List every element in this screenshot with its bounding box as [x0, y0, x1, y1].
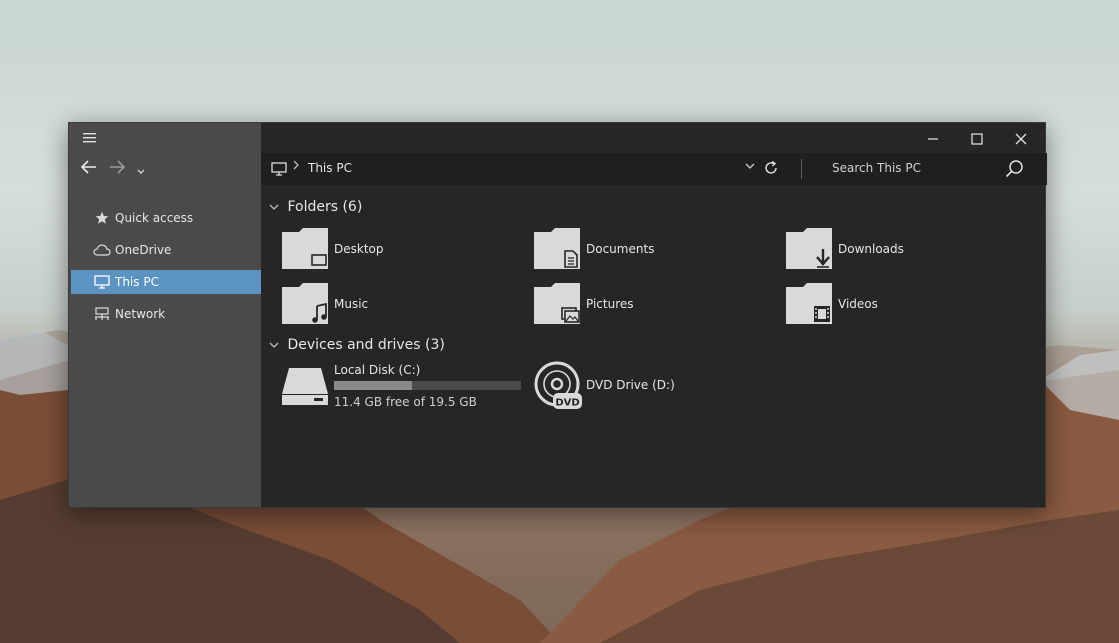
hamburger-menu-icon[interactable]	[83, 131, 99, 147]
folder-pictures[interactable]: Pictures	[533, 282, 773, 326]
computer-icon	[93, 270, 111, 294]
music-folder-icon	[282, 283, 328, 324]
folders-group-title: Folders (6)	[287, 199, 363, 215]
drive-dvd-d[interactable]: DVD DVD Drive (D:)	[533, 361, 773, 411]
documents-folder-icon	[534, 228, 580, 269]
refresh-icon[interactable]	[763, 160, 779, 180]
recent-locations-chevron-icon[interactable]	[137, 163, 145, 183]
sidebar-item-this-pc[interactable]: This PC	[71, 270, 261, 294]
folder-label: Documents	[586, 242, 655, 256]
devices-group-title: Devices and drives (3)	[287, 337, 445, 353]
content-pane: Folders (6) Desktop Documents Downloads …	[261, 185, 1047, 509]
drive-usage-bar	[334, 381, 521, 390]
dvd-drive-icon: DVD	[534, 361, 582, 409]
sidebar-item-network[interactable]: Network	[71, 302, 261, 326]
network-icon	[93, 302, 111, 326]
address-bar: This PC Search This PC	[261, 153, 1047, 185]
sidebar-list: Quick access OneDrive This PC Network	[71, 206, 261, 334]
folder-downloads[interactable]: Downloads	[785, 227, 1025, 271]
folder-videos[interactable]: Videos	[785, 282, 1025, 326]
sidebar-item-quick-access[interactable]: Quick access	[71, 206, 261, 230]
sidebar-item-label: Network	[115, 307, 166, 321]
drive-local-disk-c[interactable]: Local Disk (C:) 11.4 GB free of 19.5 GB	[281, 361, 521, 411]
file-explorer-window: Quick access OneDrive This PC Network Th…	[68, 122, 1047, 509]
folder-label: Downloads	[838, 242, 904, 256]
drive-free-space: 11.4 GB free of 19.5 GB	[334, 395, 477, 409]
pictures-folder-icon	[534, 283, 580, 324]
breadcrumb-this-pc[interactable]: This PC	[308, 161, 352, 175]
forward-arrow-icon[interactable]	[109, 159, 126, 179]
computer-icon	[271, 161, 287, 180]
folder-label: Desktop	[334, 242, 384, 256]
folder-music[interactable]: Music	[281, 282, 521, 326]
drive-label: Local Disk (C:)	[334, 363, 421, 377]
close-icon[interactable]	[999, 127, 1043, 151]
folder-label: Pictures	[586, 297, 634, 311]
sidebar-item-label: OneDrive	[115, 243, 172, 257]
drive-label: DVD Drive (D:)	[586, 378, 675, 392]
cloud-icon	[93, 238, 111, 262]
drive-usage-fill	[334, 381, 412, 390]
search-input[interactable]: Search This PC	[832, 161, 921, 175]
back-arrow-icon[interactable]	[80, 159, 97, 179]
videos-folder-icon	[786, 283, 832, 324]
downloads-folder-icon	[786, 228, 832, 269]
folder-desktop[interactable]: Desktop	[281, 227, 521, 271]
maximize-icon[interactable]	[955, 127, 999, 151]
folders-group-header[interactable]: Folders (6)	[269, 197, 362, 217]
star-icon	[93, 206, 111, 230]
search-icon[interactable]	[1005, 159, 1025, 183]
desktop-folder-icon	[282, 228, 328, 269]
hard-drive-icon	[282, 368, 328, 405]
minimize-icon[interactable]	[911, 127, 955, 151]
navigation-pane: Quick access OneDrive This PC Network	[69, 123, 261, 507]
sidebar-item-label: Quick access	[115, 211, 194, 225]
folder-label: Music	[334, 297, 369, 311]
breadcrumb-chevron-icon[interactable]	[293, 160, 299, 173]
folder-documents[interactable]: Documents	[533, 227, 773, 271]
address-history-chevron-icon[interactable]	[745, 162, 755, 173]
folder-label: Videos	[838, 297, 878, 311]
sidebar-item-label: This PC	[115, 275, 159, 289]
dvd-badge-text: DVD	[555, 398, 579, 409]
sidebar-item-onedrive[interactable]: OneDrive	[71, 238, 261, 262]
address-search-divider	[801, 159, 802, 179]
collapse-chevron-icon[interactable]	[269, 337, 283, 357]
devices-group-header[interactable]: Devices and drives (3)	[269, 335, 445, 355]
collapse-chevron-icon[interactable]	[269, 199, 283, 219]
